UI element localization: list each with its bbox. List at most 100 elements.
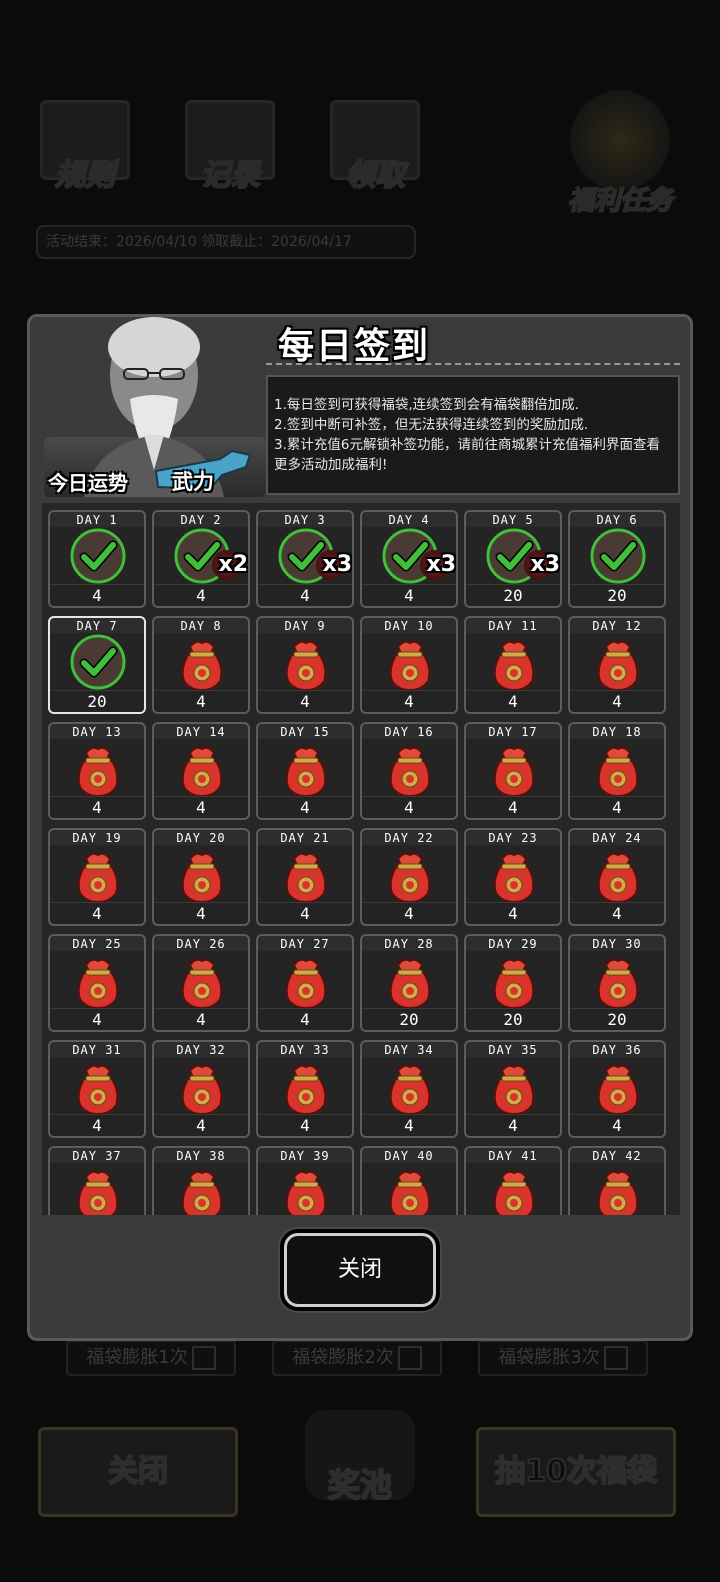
draw-ten-button[interactable]: 抽10次福袋 xyxy=(476,1427,676,1517)
lucky-bag-icon xyxy=(597,746,639,797)
day-cell[interactable]: DAY 13 4 xyxy=(48,722,146,820)
background-close-button[interactable]: 关闭 xyxy=(38,1427,238,1517)
close-button[interactable]: 关闭 xyxy=(284,1233,436,1307)
day-label: DAY 16 xyxy=(384,725,434,739)
day-cell[interactable]: DAY 5 x3 20 xyxy=(464,510,562,608)
day-label: DAY 11 xyxy=(488,619,538,633)
expand-option-2[interactable]: 福袋膨胀2次 xyxy=(272,1340,442,1376)
signed-check-icon xyxy=(590,528,646,584)
day-label: DAY 22 xyxy=(384,831,434,845)
expand-option-1[interactable]: 福袋膨胀1次 xyxy=(66,1340,236,1376)
day-cell[interactable]: DAY 29 20 xyxy=(464,934,562,1032)
welfare-task-entry[interactable]: 福利任务 xyxy=(555,90,685,230)
bag-count: 4 xyxy=(50,584,144,606)
day-label: DAY 34 xyxy=(384,1043,434,1057)
lucky-bag-icon xyxy=(597,958,639,1009)
day-label: DAY 23 xyxy=(488,831,538,845)
day-label: DAY 7 xyxy=(76,619,118,633)
day-cell[interactable]: DAY 23 4 xyxy=(464,828,562,926)
checkin-grid[interactable]: DAY 1 4 DAY 2 x2 4 DAY 3 x3 4 DAY 4 x3 4 DAY 5 x3 20 D… xyxy=(42,503,680,1215)
day-cell[interactable]: DAY 20 4 xyxy=(152,828,250,926)
day-cell[interactable]: DAY 16 4 xyxy=(360,722,458,820)
lucky-bag-icon xyxy=(285,1064,327,1115)
lucky-bag-icon xyxy=(181,1170,223,1215)
day-label: DAY 37 xyxy=(72,1149,122,1163)
day-cell[interactable]: DAY 21 4 xyxy=(256,828,354,926)
rules-panel: 1.每日签到可获得福袋,连续签到会有福袋翻倍加成. 2.签到中断可补签，但无法获… xyxy=(266,375,680,495)
bag-count: 4 xyxy=(258,902,352,924)
day-label: DAY 15 xyxy=(280,725,330,739)
day-cell[interactable]: DAY 32 4 xyxy=(152,1040,250,1138)
day-label: DAY 8 xyxy=(180,619,222,633)
day-cell[interactable]: DAY 1 4 xyxy=(48,510,146,608)
lucky-bag-icon xyxy=(597,852,639,903)
day-cell[interactable]: DAY 26 4 xyxy=(152,934,250,1032)
multiplier-label: x3 xyxy=(426,552,457,577)
records-entry[interactable]: 记录 xyxy=(175,100,285,220)
day-label: DAY 39 xyxy=(280,1149,330,1163)
bag-count: 4 xyxy=(258,1114,352,1136)
bag-count: 20 xyxy=(466,584,560,606)
day-label: DAY 6 xyxy=(596,513,638,527)
signed-check-icon xyxy=(70,634,126,690)
day-cell[interactable]: DAY 12 4 xyxy=(568,616,666,714)
day-cell[interactable]: DAY 9 4 xyxy=(256,616,354,714)
claim-entry[interactable]: 领取 xyxy=(320,100,430,220)
day-cell[interactable]: DAY 34 4 xyxy=(360,1040,458,1138)
bag-count: 4 xyxy=(258,584,352,606)
bag-count: 4 xyxy=(466,1114,560,1136)
expand-option-3[interactable]: 福袋膨胀3次 xyxy=(478,1340,648,1376)
day-cell[interactable]: DAY 31 4 xyxy=(48,1040,146,1138)
day-cell[interactable]: DAY 27 4 xyxy=(256,934,354,1032)
day-cell[interactable]: DAY 11 4 xyxy=(464,616,562,714)
lucky-bag-icon xyxy=(77,1064,119,1115)
day-label: DAY 36 xyxy=(592,1043,642,1057)
event-dates: 活动结束：2026/04/10 领取截止：2026/04/17 xyxy=(36,225,416,259)
checkbox[interactable] xyxy=(603,1346,628,1370)
day-cell[interactable]: DAY 28 20 xyxy=(360,934,458,1032)
day-cell[interactable]: DAY 40 xyxy=(360,1146,458,1215)
lucky-bag-icon xyxy=(77,852,119,903)
day-cell[interactable]: DAY 19 4 xyxy=(48,828,146,926)
day-cell[interactable]: DAY 6 20 xyxy=(568,510,666,608)
day-label: DAY 14 xyxy=(176,725,226,739)
day-cell[interactable]: DAY 22 4 xyxy=(360,828,458,926)
checkbox[interactable] xyxy=(397,1346,422,1370)
day-cell[interactable]: DAY 7 20 xyxy=(48,616,146,714)
day-cell[interactable]: DAY 36 4 xyxy=(568,1040,666,1138)
day-cell[interactable]: DAY 18 4 xyxy=(568,722,666,820)
day-cell[interactable]: DAY 42 xyxy=(568,1146,666,1215)
day-label: DAY 12 xyxy=(592,619,642,633)
day-cell[interactable]: DAY 3 x3 4 xyxy=(256,510,354,608)
rules-entry[interactable]: 规则 xyxy=(30,100,140,220)
day-label: DAY 28 xyxy=(384,937,434,951)
day-cell[interactable]: DAY 37 xyxy=(48,1146,146,1215)
lucky-bag-icon xyxy=(285,746,327,797)
day-cell[interactable]: DAY 8 4 xyxy=(152,616,250,714)
bag-count: 4 xyxy=(362,902,456,924)
lucky-bag-icon xyxy=(493,852,535,903)
day-cell[interactable]: DAY 41 xyxy=(464,1146,562,1215)
day-label: DAY 3 xyxy=(284,513,326,527)
bag-count: 4 xyxy=(570,1114,664,1136)
day-cell[interactable]: DAY 25 4 xyxy=(48,934,146,1032)
day-cell[interactable]: DAY 15 4 xyxy=(256,722,354,820)
day-cell[interactable]: DAY 10 4 xyxy=(360,616,458,714)
day-cell[interactable]: DAY 39 xyxy=(256,1146,354,1215)
day-cell[interactable]: DAY 24 4 xyxy=(568,828,666,926)
day-cell[interactable]: DAY 30 20 xyxy=(568,934,666,1032)
bag-count: 4 xyxy=(362,690,456,712)
prize-pool[interactable]: 奖池 xyxy=(285,1410,435,1530)
day-cell[interactable]: DAY 4 x3 4 xyxy=(360,510,458,608)
day-cell[interactable]: DAY 38 xyxy=(152,1146,250,1215)
checkbox[interactable] xyxy=(191,1346,216,1370)
bag-count: 4 xyxy=(154,1114,248,1136)
day-cell[interactable]: DAY 33 4 xyxy=(256,1040,354,1138)
day-cell[interactable]: DAY 2 x2 4 xyxy=(152,510,250,608)
day-cell[interactable]: DAY 14 4 xyxy=(152,722,250,820)
day-cell[interactable]: DAY 17 4 xyxy=(464,722,562,820)
lucky-bag-icon xyxy=(77,958,119,1009)
today-fortune-label: 今日运势 xyxy=(48,471,128,495)
rule-line: 1.每日签到可获得福袋,连续签到会有福袋翻倍加成. xyxy=(274,397,579,413)
day-cell[interactable]: DAY 35 4 xyxy=(464,1040,562,1138)
